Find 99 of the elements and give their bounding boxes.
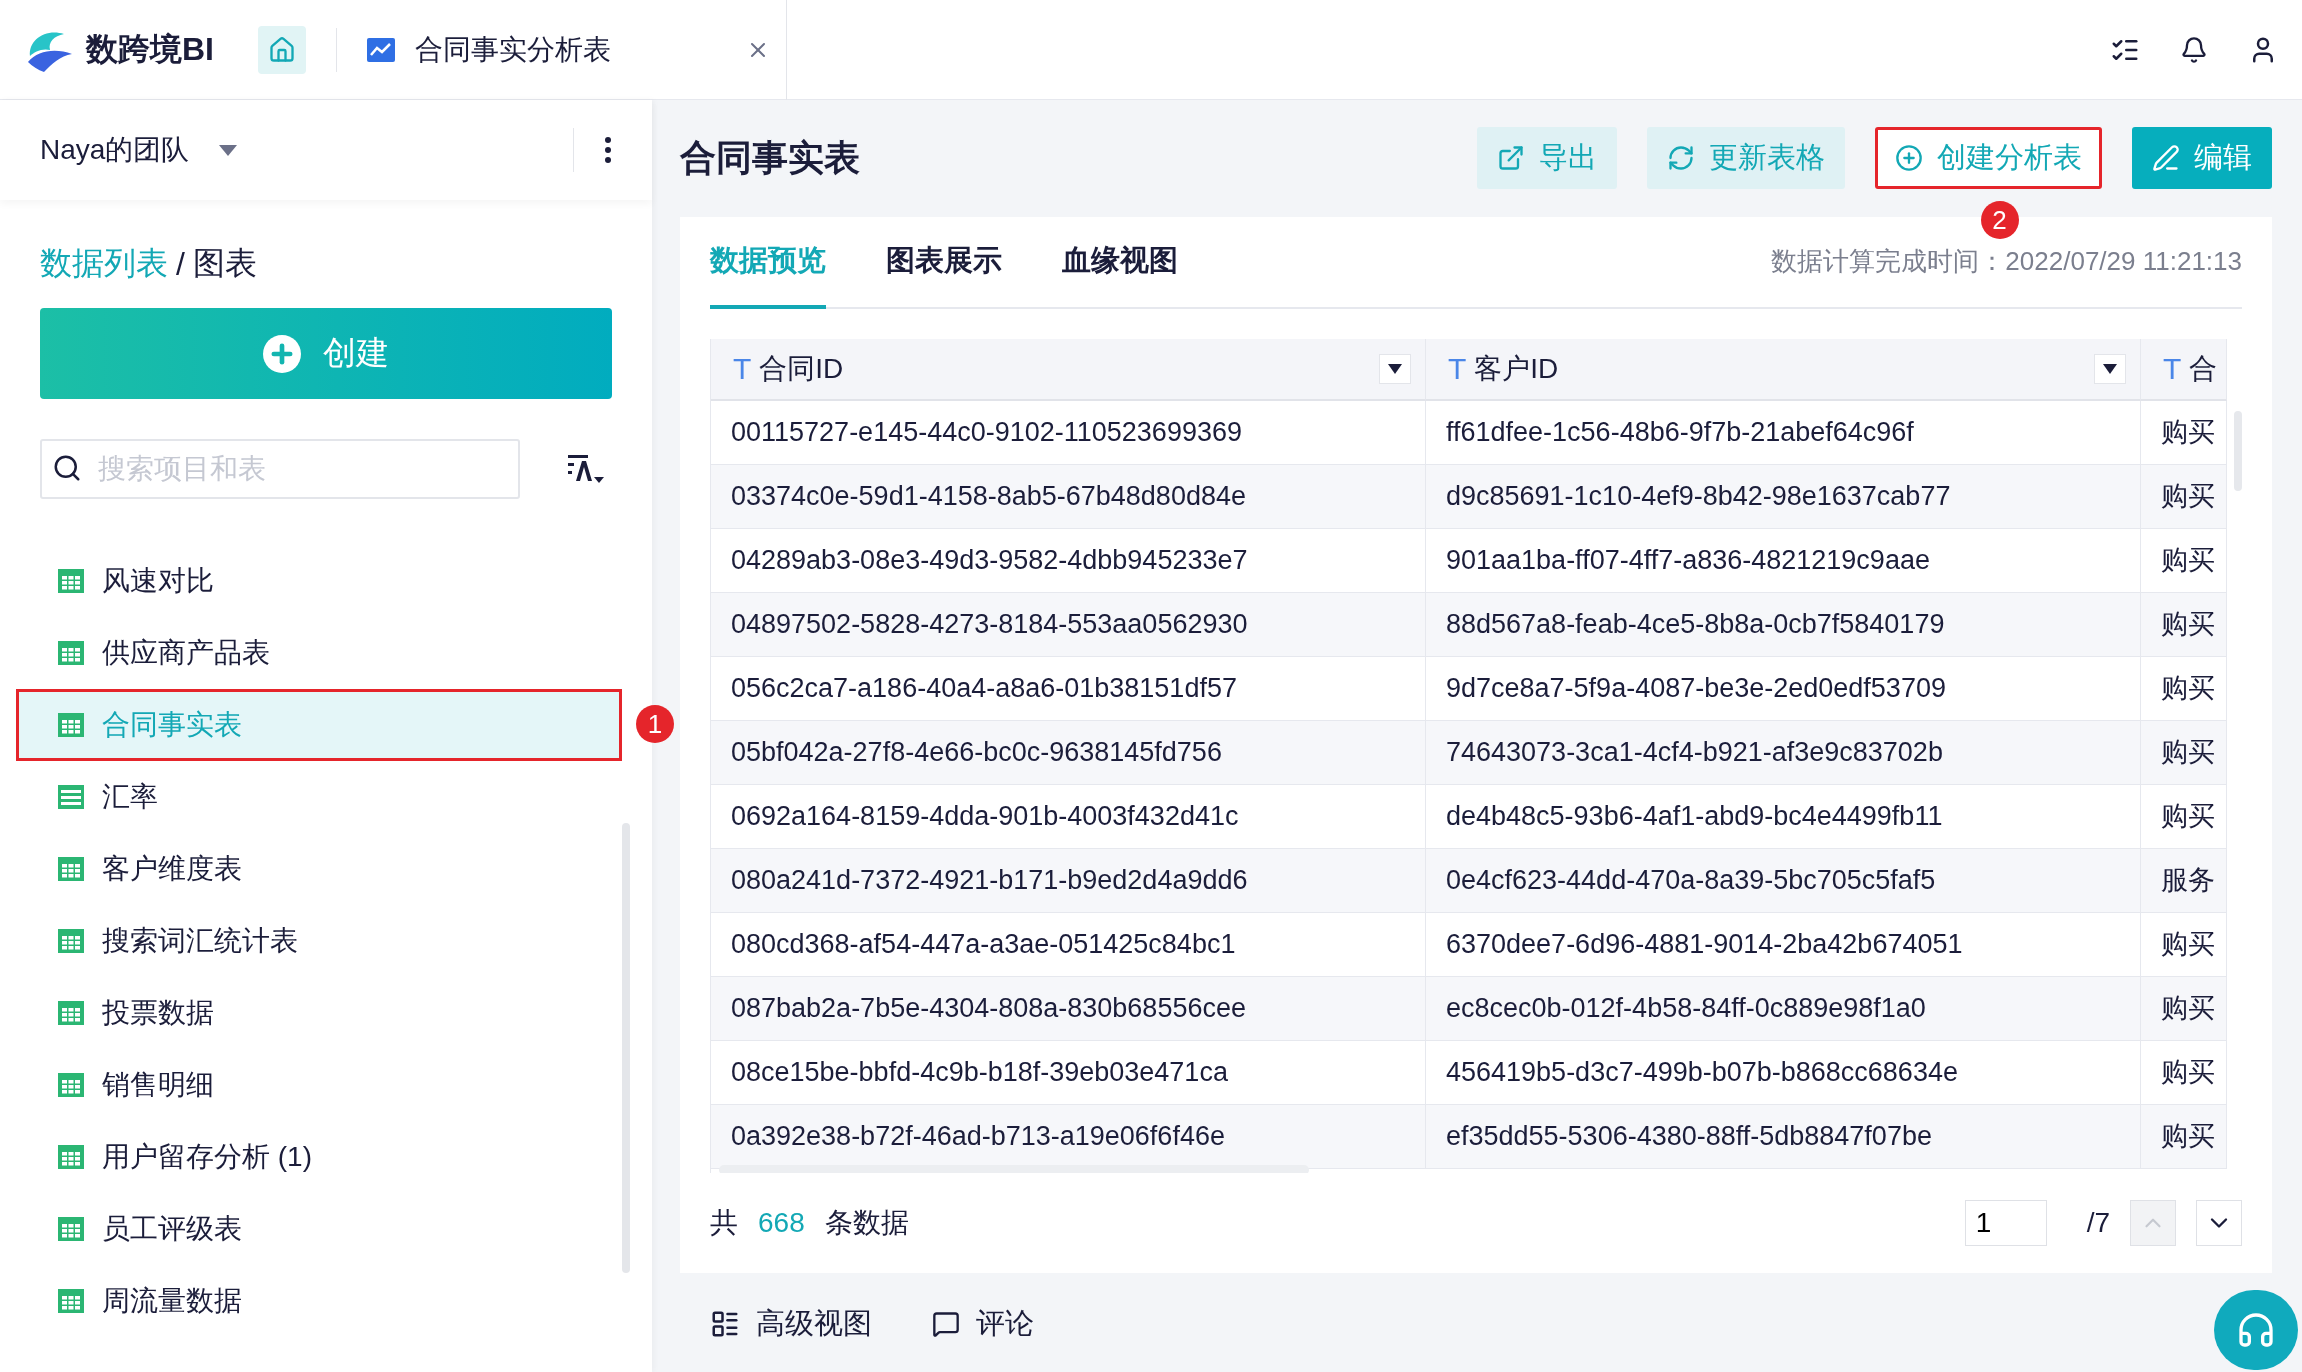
table-cell: 087bab2a-7b5e-4304-808a-830b68556cee <box>711 976 1426 1041</box>
bell-icon <box>2180 35 2208 64</box>
sidebar-item[interactable]: 投票数据 <box>16 977 622 1049</box>
table-cell: 08ce15be-bbfd-4c9b-b18f-39eb03e471ca <box>711 1040 1426 1105</box>
breadcrumb-separator: / <box>176 245 185 283</box>
more-button[interactable] <box>604 136 612 164</box>
table-cell: d9c85691-1c10-4ef9-8b42-98e1637cab77 <box>1426 464 2141 529</box>
table-cell: 6370dee7-6d96-4881-9014-2ba42b674051 <box>1426 912 2141 977</box>
table-cell: 0692a164-8159-4dda-901b-4003f432d41c <box>711 784 1426 849</box>
table-cell: 服务 <box>2141 848 2227 913</box>
table-icon <box>58 569 84 593</box>
table-icon <box>58 1073 84 1097</box>
table-cell: 购买 <box>2141 1104 2227 1169</box>
table-cell: 0e4cf623-44dd-470a-8a39-5bc705c5faf5 <box>1426 848 2141 913</box>
table-cell: 080cd368-af54-447a-a3ae-051425c84bc1 <box>711 912 1426 977</box>
table-cell: 购买 <box>2141 784 2227 849</box>
home-button[interactable] <box>258 25 306 74</box>
sidebar-item[interactable]: 周流量数据 <box>16 1265 622 1337</box>
table-cell: 74643073-3ca1-4cf4-b921-af3e9c83702b <box>1426 720 2141 785</box>
export-icon <box>1497 144 1525 173</box>
table-cell: 04897502-5828-4273-8184-553aa0562930 <box>711 592 1426 657</box>
column-header: T 合 <box>2141 338 2227 401</box>
table-icon <box>58 1001 84 1025</box>
table-cell: 901aa1ba-ff07-4ff7-a836-4821219c9aae <box>1426 528 2141 593</box>
table-icon <box>58 857 84 881</box>
page-field[interactable]: 1 <box>1964 1199 2047 1246</box>
search-icon <box>52 453 82 483</box>
table-cell: 购买 <box>2141 464 2227 529</box>
table-cell: ec8cec0b-012f-4b58-84ff-0c889e98f1a0 <box>1426 976 2141 1041</box>
table-icon <box>58 1145 84 1169</box>
table-cell: 05bf042a-27f8-4e66-bc0c-9638145fd756 <box>711 720 1426 785</box>
create-icon <box>1895 144 1923 173</box>
sidebar-item[interactable]: 汇率 <box>16 761 622 833</box>
table-cell: 88d567a8-feab-4ce5-8b8a-0cb7f5840179 <box>1426 592 2141 657</box>
table-cell: 购买 <box>2141 592 2227 657</box>
notification-button[interactable] <box>2180 35 2208 64</box>
next-page-button[interactable] <box>2196 1199 2242 1246</box>
table-cell: de4b48c5-93b6-4af1-abd9-bc4e4499fb11 <box>1426 784 2141 849</box>
table-cell: 456419b5-d3c7-499b-b07b-b868cc68634e <box>1426 1040 2141 1105</box>
table-cell: 056c2ca7-a186-40a4-a8a6-01b38151df57 <box>711 656 1426 721</box>
text-type-icon: T <box>733 351 752 386</box>
table-cell: 00115727-e145-44c0-9102-110523699369 <box>711 400 1426 465</box>
sidebar-item[interactable]: 员工评级表 <box>16 1193 622 1265</box>
view-tab[interactable]: 图表展示 <box>886 216 1002 309</box>
table-cell: 购买 <box>2141 528 2227 593</box>
table-cell: 购买 <box>2141 976 2227 1041</box>
table-cell: 购买 <box>2141 1040 2227 1105</box>
step-marker: 1 <box>636 705 674 743</box>
total-label: 共 <box>710 1205 738 1240</box>
plus-icon <box>263 334 301 373</box>
sidebar-item[interactable]: 搜索词汇统计表 <box>16 905 622 977</box>
step-marker: 2 <box>1980 201 2019 240</box>
comment-icon <box>932 1310 960 1339</box>
table-icon <box>58 929 84 953</box>
table-cell: 03374c0e-59d1-4158-8ab5-67b48d80d84e <box>711 464 1426 529</box>
comment-tab[interactable]: 评论 <box>932 1304 1034 1345</box>
list-icon <box>58 785 84 809</box>
table-icon <box>58 713 84 737</box>
table-cell: 080a241d-7372-4921-b171-b9ed2d4a9dd6 <box>711 848 1426 913</box>
page-total: /7 <box>2086 1206 2110 1239</box>
table-cell: 9d7ce8a7-5f9a-4087-be3e-2ed0edf53709 <box>1426 656 2141 721</box>
table-cell: 购买 <box>2141 400 2227 465</box>
edit-icon <box>2152 144 2180 173</box>
app-name: 数跨境BI <box>86 29 214 69</box>
layout-icon <box>710 1309 740 1340</box>
table-icon <box>58 1289 84 1313</box>
headset-icon <box>2236 1310 2276 1350</box>
total-label: 条数据 <box>824 1205 909 1240</box>
table-cell: ef35dd55-5306-4380-88ff-5db8847f07be <box>1426 1104 2141 1169</box>
chart-icon <box>367 37 395 62</box>
page-title: 合同事实表 <box>680 135 860 180</box>
table-icon <box>58 641 84 665</box>
team-selector[interactable]: Naya的团队 <box>40 131 190 169</box>
sidebar-item[interactable]: 客户维度表 <box>16 833 622 905</box>
search-field[interactable]: 搜索项目和表 <box>40 439 520 499</box>
table-cell: 04289ab3-08e3-49d3-9582-4dbb945233e7 <box>711 528 1426 593</box>
refresh-icon <box>1667 144 1695 173</box>
home-icon <box>268 35 296 64</box>
column-header: T 合同ID <box>711 338 1426 401</box>
advanced-view-tab[interactable]: 高级视图 <box>710 1304 872 1345</box>
sidebar-item[interactable]: 风速对比 <box>16 545 622 617</box>
more-icon <box>604 136 612 164</box>
table-cell: 0a392e38-b72f-46ad-b713-a19e06f6f46e <box>711 1104 1426 1169</box>
table-cell: 购买 <box>2141 720 2227 785</box>
column-header: T 客户ID <box>1426 338 2141 401</box>
table-cell: 购买 <box>2141 656 2227 721</box>
sidebar-item[interactable]: 用户留存分析 (1) <box>16 1121 622 1193</box>
document-tab[interactable]: 合同事实分析表 <box>367 0 787 100</box>
table-cell: ff61dfee-1c56-48b6-9f7b-21abef64c96f <box>1426 400 2141 465</box>
text-type-icon: T <box>2163 351 2182 386</box>
view-tab[interactable]: 血缘视图 <box>1062 216 1178 309</box>
total-count: 668 <box>758 1206 805 1239</box>
sidebar-item[interactable]: 供应商产品表 <box>16 617 622 689</box>
breadcrumb-current: 图表 <box>192 244 257 283</box>
table-icon <box>58 1217 84 1241</box>
computed-time: 数据计算完成时间：2022/07/29 11:21:13 <box>1771 245 2242 278</box>
text-type-icon: T <box>1448 351 1467 386</box>
table-cell: 购买 <box>2141 912 2227 977</box>
sidebar-item[interactable]: 销售明细 <box>16 1049 622 1121</box>
